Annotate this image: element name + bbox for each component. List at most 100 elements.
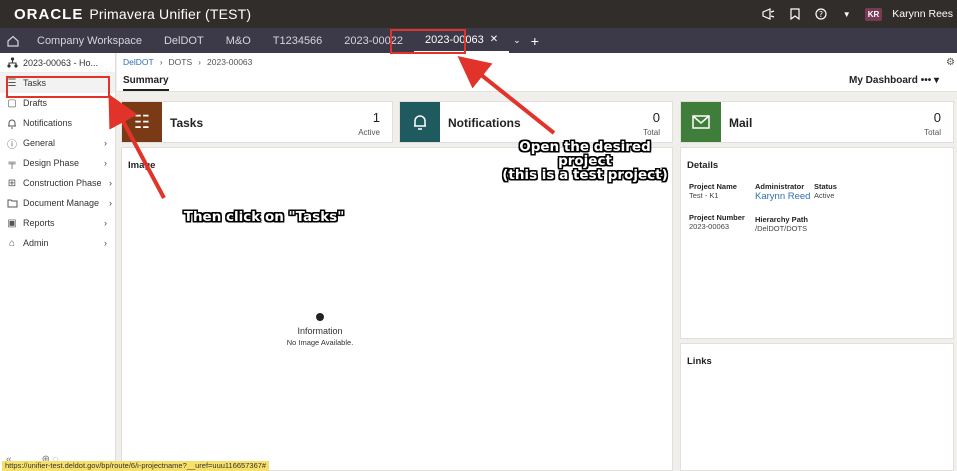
dashboard-label: My Dashboard [849,75,918,86]
add-tab-icon[interactable]: + [531,33,539,49]
mail-count: 0 [933,110,941,125]
sidebar-item-admin[interactable]: ⌂ Admin › [0,233,115,253]
breadcrumb-project: 2023-00063 [207,56,253,67]
sidebar-item-label: Design Phase [23,158,80,168]
close-icon[interactable]: ✕ [490,34,498,45]
reports-icon: ▣ [7,217,17,229]
help-icon[interactable]: ? [813,6,829,22]
project-number-value: 2023-00063 [689,222,730,231]
sidebar-item-construction-phase[interactable]: ⊞ Construction Phase › [0,173,115,193]
project-number-label: Project Number [689,213,745,222]
breadcrumb-separator-icon: › [198,56,202,67]
more-icon[interactable]: ••• ▾ [921,75,939,86]
info-icon: ⓘ [7,139,17,151]
oracle-wordmark: ORACLE [14,5,84,23]
sidebar-item-design-phase[interactable]: ╤ Design Phase › [0,153,115,173]
tab-company-workspace[interactable]: Company Workspace [26,28,153,53]
breadcrumb-dots[interactable]: DOTS [169,57,193,67]
links-panel: Links [680,343,954,471]
project-name-value: Test - K1 [689,191,719,200]
user-name[interactable]: Karynn Rees [892,8,953,20]
sidebar-project-header[interactable]: 2023-00063 - Ho... [0,53,115,73]
sidebar-item-label: Drafts [23,98,48,108]
details-title: Details [687,160,719,171]
app-window: ORACLE Primavera Unifier (TEST) ? ▼ KR K… [0,0,957,471]
links-title: Links [687,356,712,367]
workspace-tabbar: Company Workspace DelDOT M&O T1234566 20… [0,28,957,53]
gear-icon[interactable]: ⚙ [946,57,955,68]
chevron-right-icon: › [104,138,107,148]
tasks-highlight-box [6,76,110,98]
info-icon [316,313,324,321]
mail-count-label: Total [924,128,941,137]
chevron-right-icon: › [104,238,107,248]
bell-icon [400,102,440,142]
sidebar-project-label: 2023-00063 - Ho... [23,57,99,68]
tab-mo[interactable]: M&O [215,28,262,53]
annotation-click-tasks: Then click on "Tasks" [183,209,345,225]
main-content: DelDOT › DOTS › 2023-00063 Summary ⚙ My … [117,53,957,471]
sidebar-item-reports[interactable]: ▣ Reports › [0,213,115,233]
megaphone-icon[interactable] [761,6,777,22]
mail-card-title: Mail [729,116,753,130]
project-sidebar: 2023-00063 - Ho... ☰ Tasks ▢ Drafts Noti… [0,53,116,471]
admin-icon: ⌂ [8,237,16,249]
no-image-message: No Image Available. [286,338,354,347]
home-icon[interactable] [0,28,26,53]
chevron-right-icon: › [104,158,107,168]
status-value: Active [814,191,835,200]
sidebar-item-label: Document Manager [23,198,99,208]
details-panel: Details Project Name Test - K1 Administr… [680,147,954,339]
sidebar-item-label: General [23,138,56,148]
avatar[interactable]: KR [864,7,883,21]
tasks-icon: ☷ [122,102,162,142]
svg-text:?: ? [819,10,823,19]
notifications-card-title: Notifications [448,116,521,130]
status-url: https://unifier-test.deldot.gov/bp/route… [2,461,270,471]
dashboard-selector[interactable]: My Dashboard ••• ▾ [849,75,939,86]
chevron-down-icon[interactable]: ▼ [839,6,855,22]
chevron-down-icon[interactable]: ⌄ [513,35,521,46]
tab-t1234566[interactable]: T1234566 [262,28,334,53]
bookmark-icon[interactable] [787,6,803,22]
mail-icon [681,102,721,142]
sidebar-item-label: Notifications [23,118,73,128]
tab-summary[interactable]: Summary [123,71,169,91]
annotation-open-project: Open the desired project (this is a test… [502,139,668,184]
notifications-count-label: Total [643,128,660,137]
drafts-icon: ▢ [7,97,17,109]
top-header: ORACLE Primavera Unifier (TEST) ? ▼ KR K… [0,0,957,28]
image-panel: Image Information No Image Available. [121,147,673,471]
construction-icon: ⊞ [7,177,17,189]
product-name: Primavera Unifier (TEST) [89,6,252,22]
project-tree-icon [6,57,18,69]
breadcrumb: DelDOT › DOTS › 2023-00063 [117,53,957,70]
sidebar-item-label: Construction Phase [23,178,102,188]
chevron-right-icon: › [109,198,112,208]
sidebar-item-label: Reports [23,218,55,228]
tab-highlight-box [390,29,466,54]
chevron-right-icon: › [104,218,107,228]
tasks-count: 1 [372,110,380,125]
project-name-label: Project Name [689,182,737,191]
header-actions: ? ▼ KR Karynn Rees [761,0,957,28]
no-image-title: Information [297,326,343,336]
folder-icon [6,197,18,209]
hierarchy-path-label: Hierarchy Path [755,215,808,224]
breadcrumb-deldot[interactable]: DelDOT [123,57,154,67]
sidebar-item-label: Admin [23,238,49,248]
notifications-card[interactable]: Notifications 0 Total [399,101,673,143]
mail-card[interactable]: Mail 0 Total [680,101,954,143]
brand-logo[interactable]: ORACLE Primavera Unifier (TEST) [14,6,251,23]
tasks-count-label: Active [358,128,380,137]
sidebar-item-document-manager[interactable]: Document Manager › [0,193,115,213]
tab-deldot[interactable]: DelDOT [153,28,215,53]
tasks-card-title: Tasks [170,116,204,130]
image-panel-title: Image [128,160,156,171]
design-icon: ╤ [8,157,16,169]
sidebar-item-general[interactable]: ⓘ General › [0,133,115,153]
notifications-count: 0 [652,110,660,125]
summary-bar: Summary ⚙ My Dashboard ••• ▾ [117,57,957,92]
sidebar-item-notifications[interactable]: Notifications [0,113,115,133]
tasks-card[interactable]: ☷ Tasks 1 Active [121,101,393,143]
